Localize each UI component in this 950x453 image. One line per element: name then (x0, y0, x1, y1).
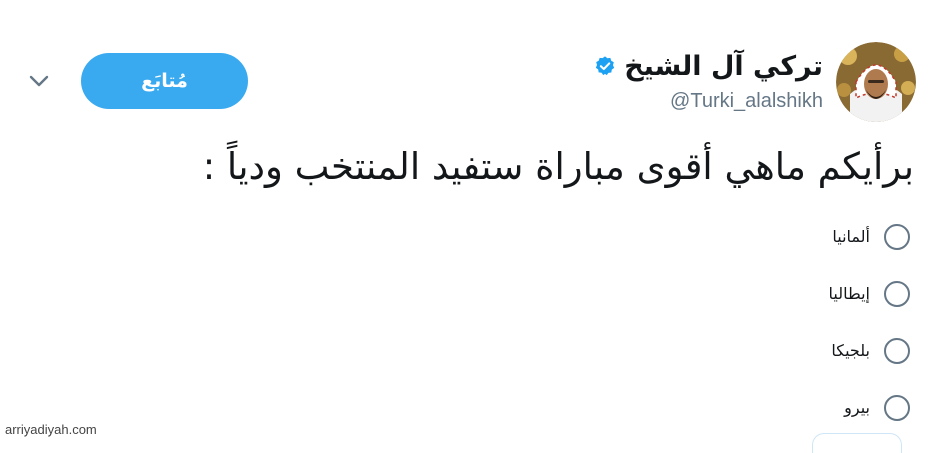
site-watermark: arriyadiyah.com (5, 422, 97, 437)
display-name-row: تركي آل الشيخ (594, 46, 823, 86)
radio-button[interactable] (884, 280, 910, 307)
avatar-image (836, 42, 916, 122)
following-button[interactable]: مُتابَع (81, 53, 248, 109)
poll-option[interactable]: بلجيكا (829, 322, 910, 379)
poll-option[interactable]: بيرو (829, 379, 910, 436)
radio-button[interactable] (884, 337, 910, 364)
poll-option-label: بيرو (844, 398, 870, 417)
poll: ألمانيا إيطاليا بلجيكا بيرو (829, 208, 910, 436)
chevron-down-icon (29, 75, 49, 87)
poll-option[interactable]: إيطاليا (829, 265, 910, 322)
poll-option-label: إيطاليا (828, 284, 870, 303)
tweet-text: برأيكم ماهي أقوى مباراة ستفيد المنتخب ود… (202, 145, 914, 188)
poll-option[interactable]: ألمانيا (829, 208, 910, 265)
radio-button[interactable] (884, 223, 910, 250)
display-name[interactable]: تركي آل الشيخ (624, 51, 823, 82)
poll-option-label: ألمانيا (832, 227, 870, 246)
tweet-menu-button[interactable] (26, 68, 52, 94)
user-avatar[interactable] (836, 42, 916, 122)
poll-option-label: بلجيكا (831, 341, 870, 360)
verified-badge-icon (596, 56, 615, 76)
radio-button[interactable] (884, 394, 910, 421)
tweet-author[interactable]: تركي آل الشيخ @Turki_alalshikh (594, 46, 823, 113)
vote-button[interactable] (812, 433, 902, 453)
user-handle[interactable]: @Turki_alalshikh (594, 90, 823, 113)
